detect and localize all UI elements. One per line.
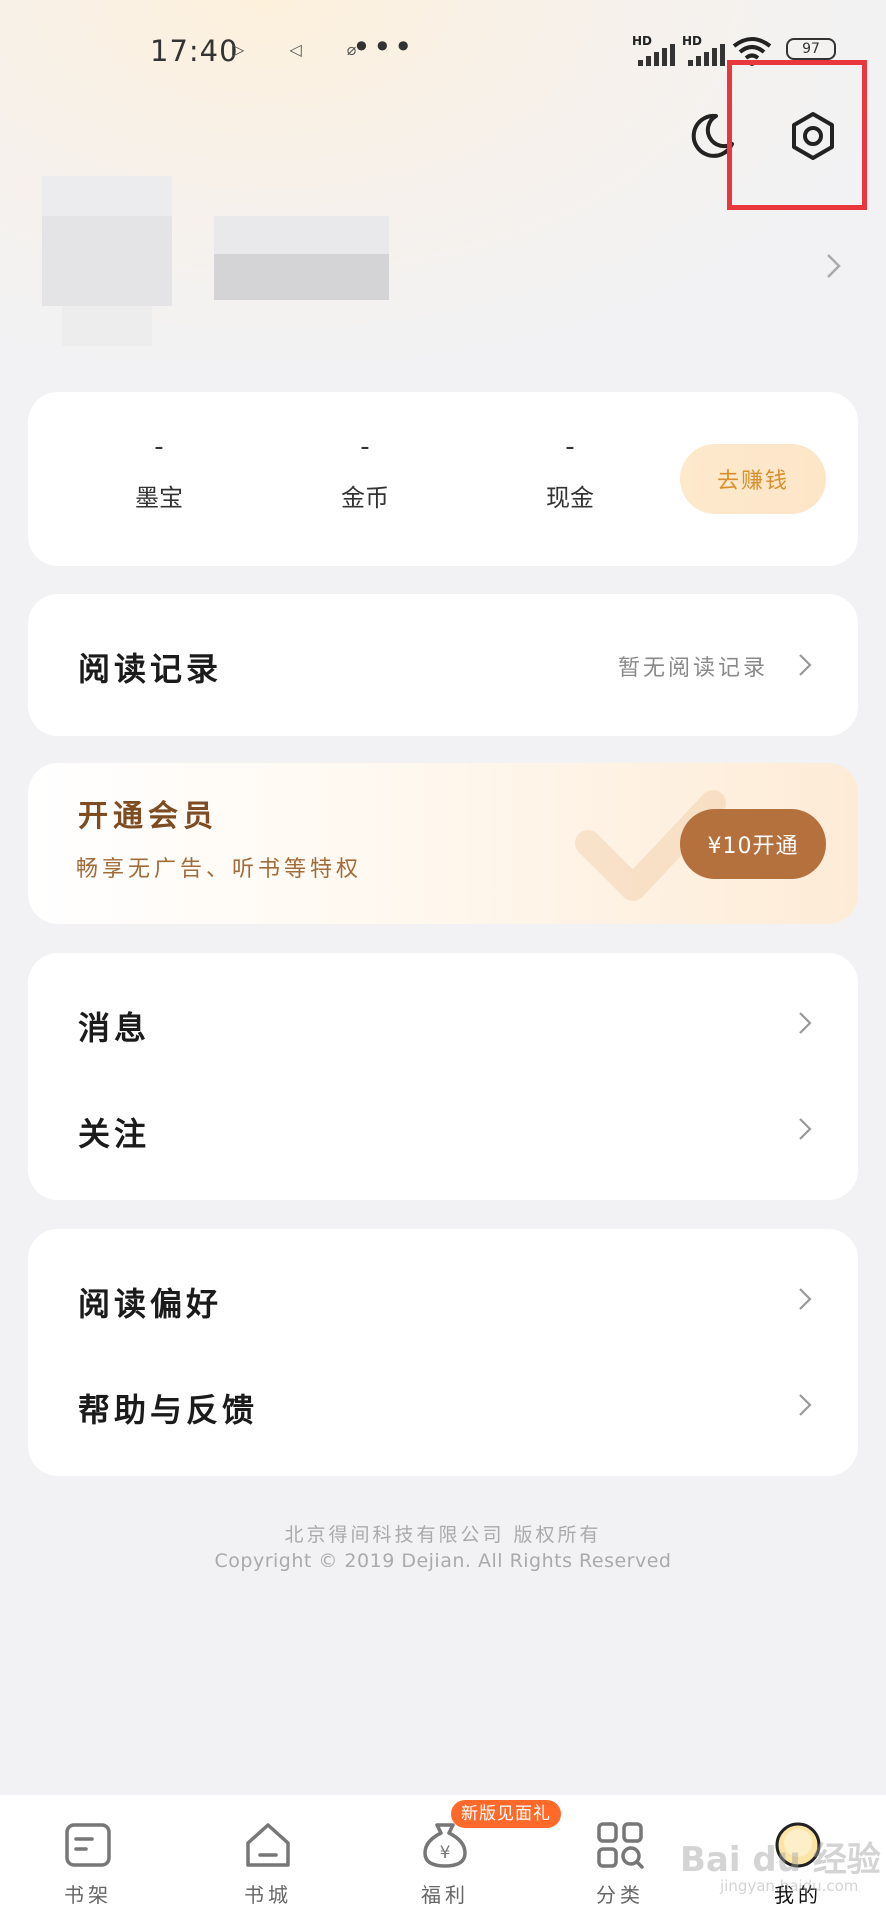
menu-group-1: 消息 关注 — [28, 953, 858, 1200]
menu-item-label: 关注 — [78, 1115, 151, 1153]
blurred-avatar-block — [42, 216, 172, 306]
menu-group-2: 阅读偏好 帮助与反馈 — [28, 1229, 858, 1476]
tab-bookstore[interactable]: 书城 — [208, 1795, 328, 1920]
watermark-sub: jingyan.baidu.com — [720, 1877, 859, 1895]
settings-highlight-box — [727, 60, 867, 210]
menu-item-reading-preferences[interactable]: 阅读偏好 — [28, 1229, 858, 1349]
blurred-name — [214, 216, 389, 254]
watermark-text: Bai du 经验 — [680, 1840, 881, 1880]
blurred-name-block — [214, 254, 389, 300]
menu-item-label: 帮助与反馈 — [78, 1391, 259, 1429]
wallet-card: - 墨宝 - 金币 - 现金 去赚钱 — [28, 392, 858, 566]
chevron-right-icon — [799, 1012, 812, 1034]
stat-cash[interactable]: - 现金 — [490, 432, 650, 513]
reading-history-title: 阅读记录 — [78, 650, 223, 688]
tab-category[interactable]: 分类 — [560, 1795, 680, 1920]
tab-label: 分类 — [596, 1883, 644, 1907]
menu-item-label: 阅读偏好 — [78, 1285, 223, 1323]
menu-item-help-feedback[interactable]: 帮助与反馈 — [28, 1349, 858, 1476]
footer-company: 北京得间科技有限公司 版权所有 — [284, 1524, 602, 1546]
reading-history-row[interactable]: 阅读记录 暂无阅读记录 — [28, 594, 858, 736]
tab-bookshelf[interactable]: 书架 — [28, 1795, 148, 1920]
status-more-dots: ••• — [352, 28, 415, 66]
watermark: Bai du 经验 jingyan.baidu.com — [680, 1832, 881, 1895]
svg-text:¥: ¥ — [440, 1843, 451, 1863]
signal-icon-1: HD — [632, 34, 675, 66]
tab-label: 书架 — [64, 1883, 112, 1907]
tab-label: 福利 — [421, 1883, 469, 1907]
footer-copyright: Copyright © 2019 Dejian. All Rights Rese… — [214, 1550, 672, 1572]
battery-level: 97 — [802, 41, 820, 57]
vip-title: 开通会员 — [78, 799, 218, 834]
vip-subtitle: 畅享无广告、听书等特权 — [76, 857, 363, 882]
category-grid-icon — [597, 1822, 644, 1869]
vip-card[interactable]: 开通会员 畅享无广告、听书等特权 ¥10开通 — [28, 763, 858, 924]
tab-label: 书城 — [244, 1883, 292, 1907]
menu-item-messages[interactable]: 消息 — [28, 953, 858, 1073]
chevron-right-icon — [799, 654, 812, 676]
chevron-right-icon[interactable] — [824, 252, 844, 280]
chevron-right-icon — [799, 1118, 812, 1140]
stat-mobao[interactable]: - 墨宝 — [79, 432, 239, 513]
stat-value: - — [360, 432, 370, 462]
reading-history-status: 暂无阅读记录 — [618, 656, 769, 681]
bookshelf-icon — [65, 1823, 111, 1867]
menu-item-label: 消息 — [78, 1009, 151, 1047]
new-version-gift-badge: 新版见面礼 — [451, 1800, 561, 1828]
blurred-avatar-block — [62, 306, 152, 346]
stat-coins[interactable]: - 金币 — [285, 432, 445, 513]
vip-subscribe-button[interactable]: ¥10开通 — [680, 809, 826, 879]
signal-icon-2: HD — [682, 34, 725, 66]
stat-value: - — [154, 432, 164, 462]
stat-label: 金币 — [341, 484, 389, 512]
stat-label: 现金 — [546, 484, 594, 512]
stat-value: - — [565, 432, 575, 462]
battery-icon: 97 — [786, 38, 836, 60]
chevron-right-icon — [799, 1288, 812, 1310]
stat-label: 墨宝 — [135, 484, 183, 512]
earn-money-button[interactable]: 去赚钱 — [680, 444, 826, 514]
menu-item-follow[interactable]: 关注 — [28, 1073, 858, 1200]
bookstore-home-icon — [246, 1823, 290, 1867]
chevron-right-icon — [799, 1394, 812, 1416]
status-time: 17:40 — [150, 34, 239, 68]
blurred-avatar — [42, 176, 172, 216]
